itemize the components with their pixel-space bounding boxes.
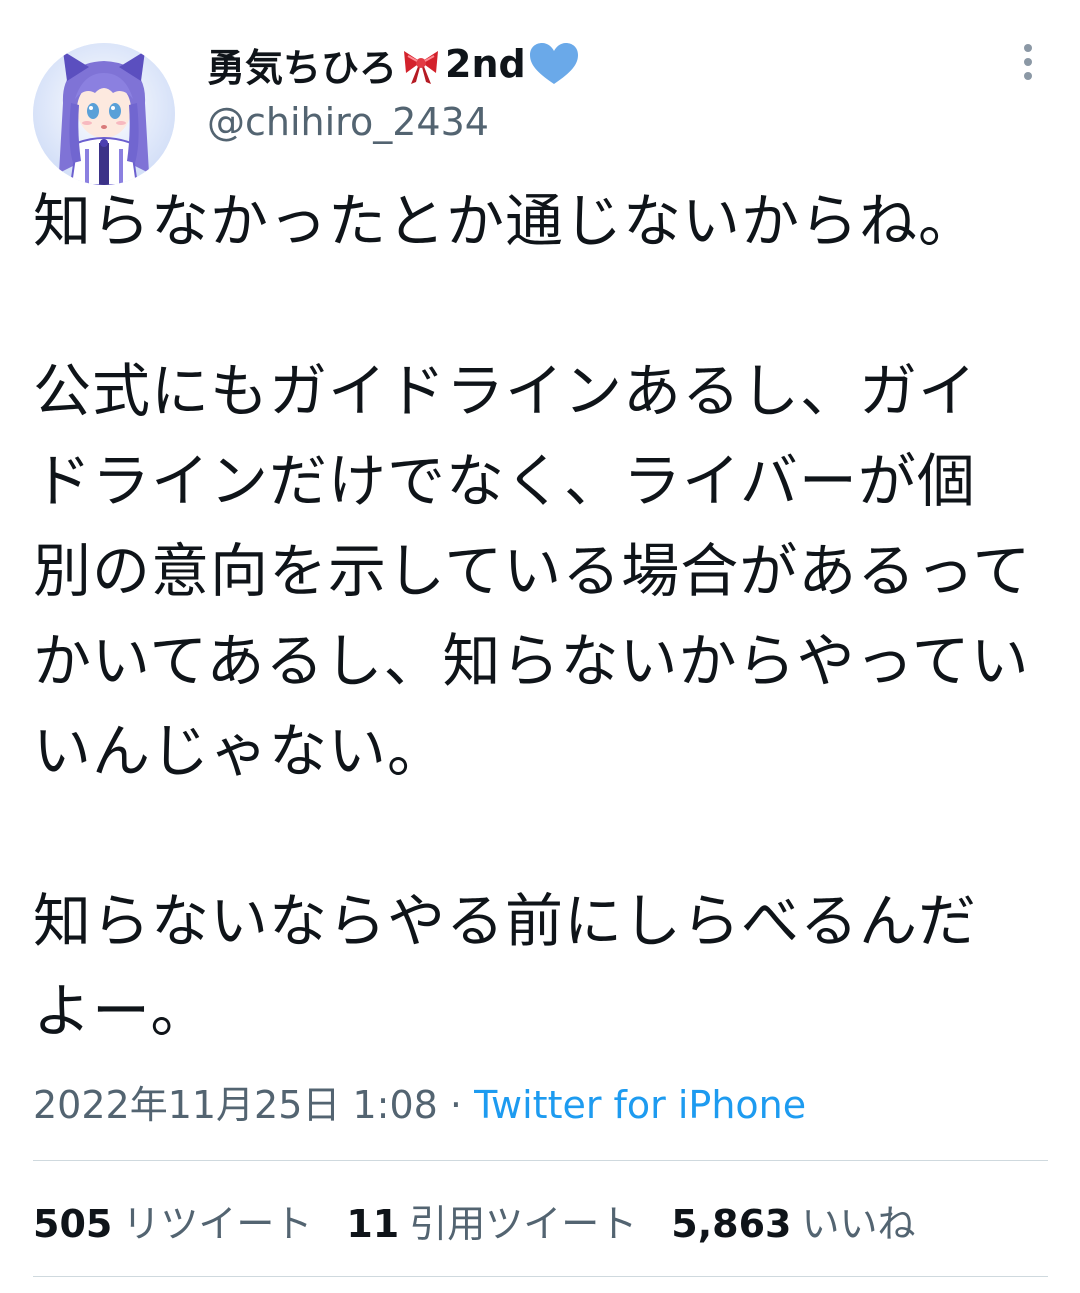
divider (33, 1276, 1048, 1277)
display-name-suffix: 2nd (445, 42, 526, 86)
retweets-count: 505 (33, 1201, 113, 1246)
tweet-source-link[interactable]: Twitter for iPhone (474, 1083, 806, 1127)
more-vertical-icon (1024, 44, 1032, 80)
quotes-count: 11 (346, 1201, 400, 1246)
tweet-line: 別の意向を示している場合があるって (33, 537, 1032, 605)
tweet-line: よー。 (33, 977, 210, 1045)
blue-heart-icon (528, 42, 578, 86)
likes-count: 5,863 (671, 1201, 792, 1246)
quotes-label: 引用ツイート (409, 1201, 638, 1246)
tweet-text: 知らなかったとか通じないからね。 公式にもガイドラインあるし、ガイ ドラインだけ… (33, 176, 1053, 1056)
avatar[interactable] (33, 43, 175, 185)
likes-stat[interactable]: 5,863 いいね (671, 1193, 915, 1248)
tweet-line: 公式にもガイドラインあるし、ガイ (33, 357, 978, 425)
tweet-line: 知らないならやる前にしらべるんだ (33, 887, 978, 955)
more-options-button[interactable] (1008, 40, 1048, 84)
tweet-line: ドラインだけでなく、ライバーが個 (33, 447, 976, 515)
avatar-image (33, 43, 175, 185)
quotes-stat[interactable]: 11 引用ツイート (346, 1193, 637, 1248)
user-handle[interactable]: @chihiro_2434 (207, 100, 489, 144)
display-name[interactable]: 勇気ちひろ 2nd (207, 38, 578, 90)
tweet-stats: 505 リツイート 11 引用ツイート 5,863 いいね (33, 1192, 949, 1248)
ribbon-icon (399, 42, 443, 86)
likes-label: いいね (801, 1201, 916, 1246)
tweet-line: かいてあるし、知らないからやってい (33, 627, 1030, 695)
divider (33, 1160, 1048, 1161)
tweet-timestamp[interactable]: 2022年11月25日 1:08 (33, 1083, 438, 1127)
meta-separator: · (449, 1083, 463, 1127)
tweet-meta: 2022年11月25日 1:08 · Twitter for iPhone (33, 1074, 806, 1129)
tweet-line: 知らなかったとか通じないからね。 (33, 187, 978, 255)
retweets-label: リツイート (122, 1201, 313, 1246)
retweets-stat[interactable]: 505 リツイート (33, 1193, 312, 1248)
display-name-text: 勇気ちひろ (207, 45, 398, 90)
tweet-line: いんじゃない。 (33, 717, 447, 785)
